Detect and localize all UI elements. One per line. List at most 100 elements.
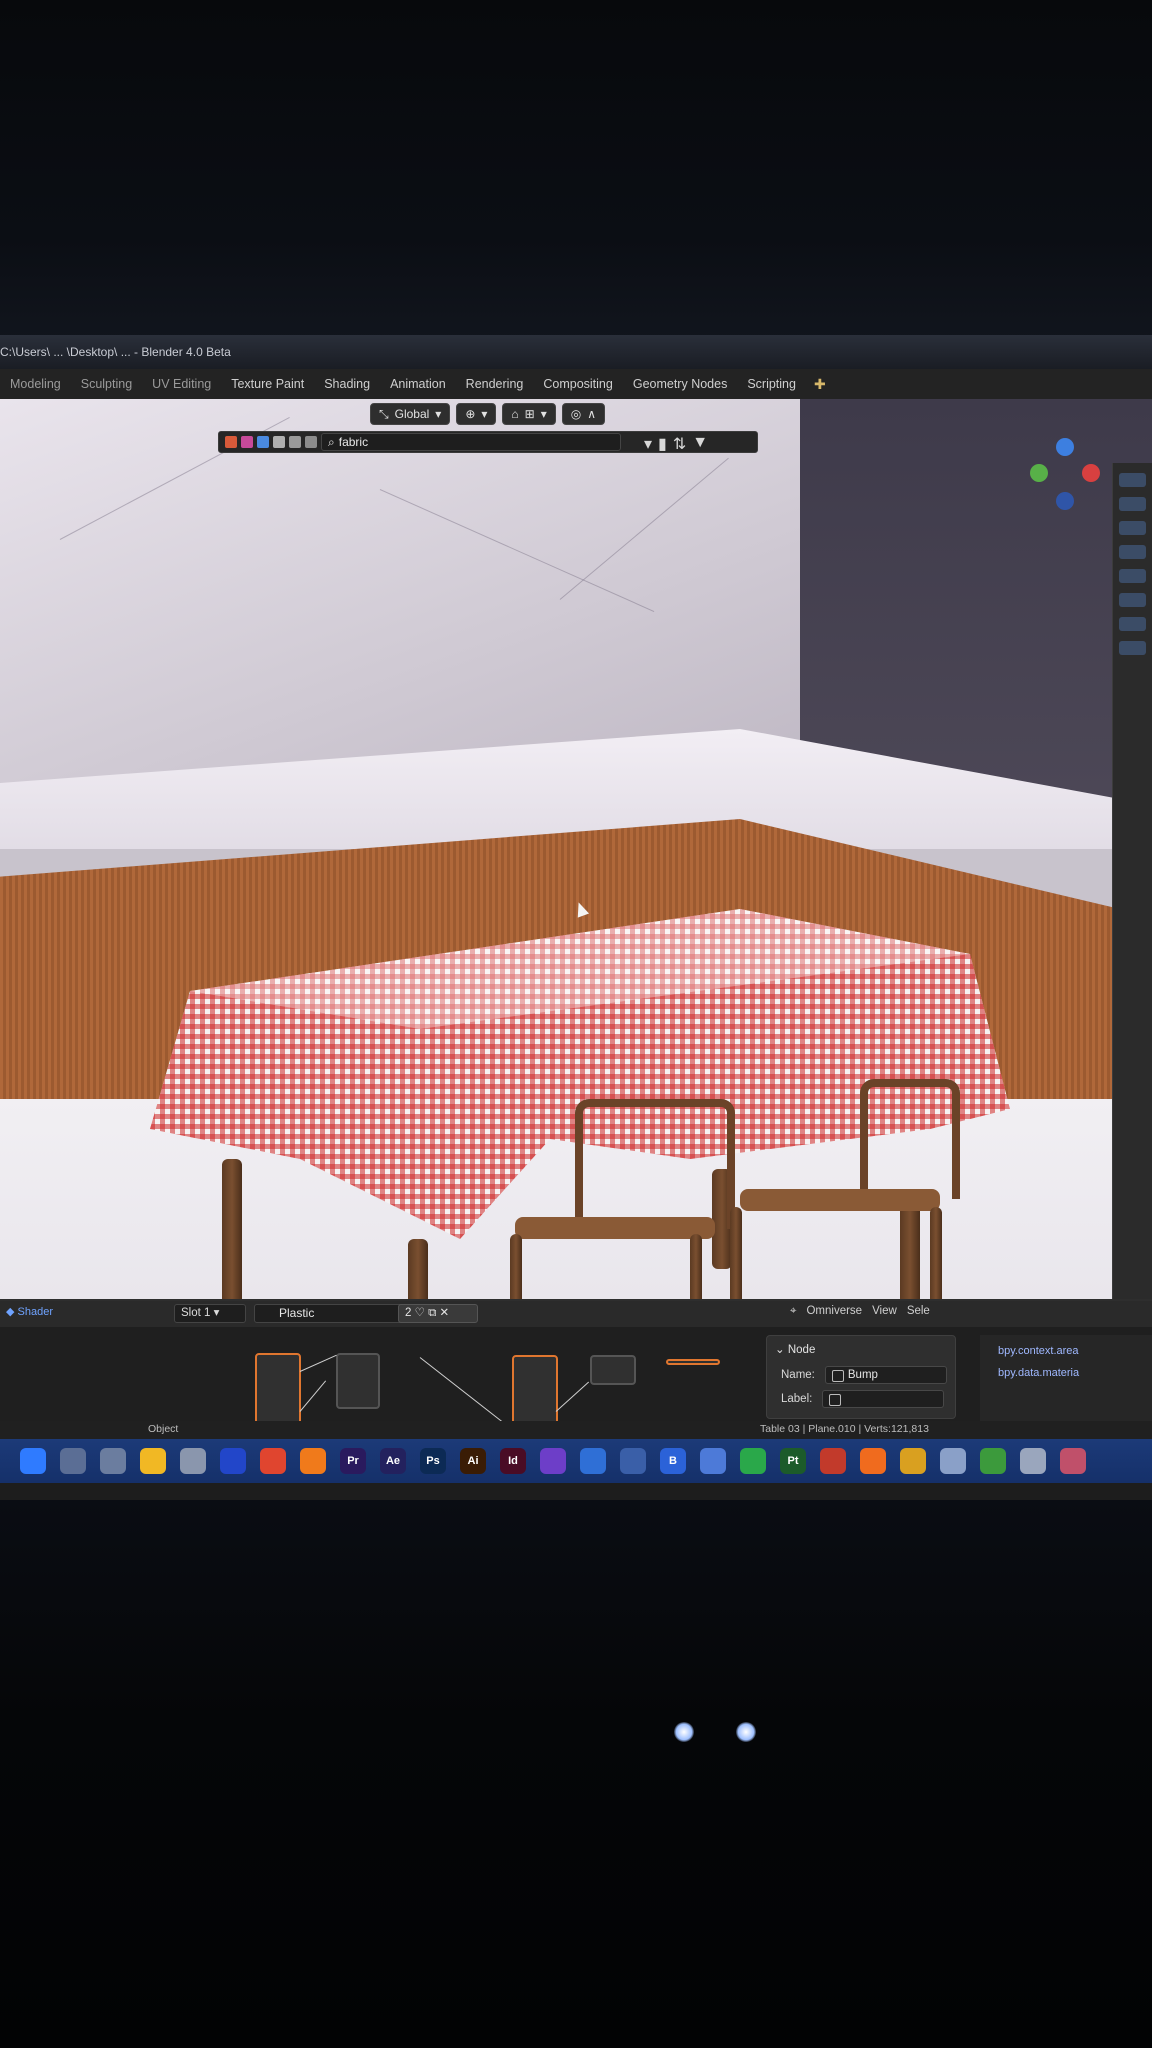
tray-gear-icon[interactable] xyxy=(1020,1448,1046,1474)
shader-node[interactable] xyxy=(590,1355,636,1385)
properties-sidebar[interactable] xyxy=(1112,463,1152,1299)
tray-app-icon[interactable] xyxy=(940,1448,966,1474)
python-line: bpy.context.area xyxy=(998,1345,1079,1357)
pin-icon[interactable]: ⌖ xyxy=(790,1305,796,1318)
chair-back xyxy=(575,1099,735,1229)
dev-tool-icon[interactable] xyxy=(540,1448,566,1474)
pt-icon[interactable]: Pt xyxy=(780,1448,806,1474)
proportional-edit-toggle[interactable]: ◎ ∧ xyxy=(561,403,606,425)
after-effects-icon[interactable]: Ae xyxy=(380,1448,406,1474)
python-console-hints: bpy.context.area bpy.data.materia xyxy=(980,1335,1152,1435)
tab-compositing[interactable]: Compositing xyxy=(533,377,622,391)
material-users-count[interactable]: 2 ♡ ⧉ ✕ xyxy=(398,1304,478,1323)
light-filter-icon[interactable] xyxy=(289,436,301,448)
material-selector[interactable]: Plastic xyxy=(254,1304,404,1323)
y-axis-icon[interactable] xyxy=(1030,464,1048,482)
chair-leg xyxy=(730,1207,742,1299)
windows-taskbar: Pr Ae Ps Ai Id B Pt xyxy=(0,1439,1152,1483)
settings-icon[interactable] xyxy=(180,1448,206,1474)
workspace-tabs: Modeling Sculpting UV Editing Texture Pa… xyxy=(0,369,1152,399)
node-name-row: Name: Bump xyxy=(781,1366,947,1384)
green-app-icon[interactable] xyxy=(740,1448,766,1474)
chair-leg xyxy=(690,1234,702,1299)
chair-leg xyxy=(510,1234,522,1299)
falloff-icon: ∧ xyxy=(587,407,597,421)
menu-omniverse[interactable]: Omniverse xyxy=(806,1305,862,1318)
tab-sculpting[interactable]: Sculpting xyxy=(71,377,142,391)
tab-scripting[interactable]: Scripting xyxy=(737,377,806,391)
shader-header-menu: ⌖ Omniverse View Sele xyxy=(790,1305,930,1318)
tab-modeling[interactable]: Modeling xyxy=(0,377,71,391)
bookmark-icon[interactable]: ▮ xyxy=(658,434,667,454)
autodesk-icon[interactable] xyxy=(820,1448,846,1474)
outliner-actions: ▾ ▮ ⇅ ▼ xyxy=(644,434,708,454)
shader-node-collapsed[interactable] xyxy=(666,1359,720,1365)
shader-node[interactable] xyxy=(336,1353,380,1409)
green-tray-icon[interactable] xyxy=(980,1448,1006,1474)
chair-back xyxy=(860,1079,960,1199)
neg-z-axis-icon[interactable] xyxy=(1056,492,1074,510)
node-label-field[interactable] xyxy=(822,1390,945,1408)
tab-rendering[interactable]: Rendering xyxy=(456,377,534,391)
premiere-icon[interactable]: Pr xyxy=(340,1448,366,1474)
material-slot-dropdown[interactable]: Slot 1 ▾ xyxy=(174,1304,246,1323)
search-value: fabric xyxy=(338,435,369,449)
file-explorer-icon[interactable] xyxy=(140,1448,166,1474)
orange-app-icon[interactable] xyxy=(860,1448,886,1474)
node-link xyxy=(555,1381,590,1412)
chair-seat xyxy=(515,1217,715,1239)
chrome-2-icon[interactable] xyxy=(900,1448,926,1474)
vpn-icon[interactable] xyxy=(620,1448,646,1474)
task-view-icon[interactable] xyxy=(100,1448,126,1474)
paint-icon[interactable] xyxy=(700,1448,726,1474)
photoshop-icon[interactable]: Ps xyxy=(420,1448,446,1474)
menu-view[interactable]: View xyxy=(872,1305,897,1318)
z-axis-icon[interactable] xyxy=(1056,438,1074,456)
camera-filter-icon[interactable] xyxy=(273,436,285,448)
world-filter-icon[interactable] xyxy=(257,436,269,448)
editor-type-icon[interactable]: ◆ Shader xyxy=(6,1305,53,1318)
tab-geometry-nodes[interactable]: Geometry Nodes xyxy=(623,377,737,391)
indicator-light xyxy=(674,1722,694,1742)
mesh-filter-icon[interactable] xyxy=(241,436,253,448)
menu-select[interactable]: Sele xyxy=(907,1305,930,1318)
indesign-icon[interactable]: Id xyxy=(500,1448,526,1474)
shader-editor-header: ◆ Shader Slot 1 ▾ Plastic 2 ♡ ⧉ ✕ ⌖ Omni… xyxy=(0,1301,1152,1327)
firefox-icon[interactable] xyxy=(300,1448,326,1474)
transform-orientation-dropdown[interactable]: ⤡ Global ▾ xyxy=(370,403,451,425)
tab-uv-editing[interactable]: UV Editing xyxy=(142,377,221,391)
chevron-down-icon: ▾ xyxy=(481,407,488,421)
chrome-icon[interactable] xyxy=(260,1448,286,1474)
orientation-icon: ⤡ xyxy=(379,406,389,421)
shader-node[interactable] xyxy=(255,1353,301,1429)
blender-b-icon[interactable]: B xyxy=(660,1448,686,1474)
search-icon[interactable] xyxy=(60,1448,86,1474)
x-axis-icon[interactable] xyxy=(1082,464,1100,482)
node-name-field[interactable]: Bump xyxy=(824,1366,947,1384)
node-panel-header[interactable]: ⌄ Node xyxy=(775,1342,815,1356)
app-blue-icon[interactable] xyxy=(220,1448,246,1474)
tray-colorful-icon[interactable] xyxy=(1060,1448,1086,1474)
table-leg xyxy=(222,1159,242,1299)
node-label-label: Label: xyxy=(781,1393,813,1405)
node-name-label: Name: xyxy=(781,1369,815,1381)
sort-icon[interactable]: ⇅ xyxy=(673,434,686,454)
tab-shading[interactable]: Shading xyxy=(314,377,380,391)
pivot-point-dropdown[interactable]: ⊕ ▾ xyxy=(456,403,497,425)
snap-target-icon: ⊞ xyxy=(524,407,535,421)
add-workspace-icon[interactable]: ✚ xyxy=(806,376,834,393)
illustrator-icon[interactable]: Ai xyxy=(460,1448,486,1474)
tab-animation[interactable]: Animation xyxy=(380,377,456,391)
3d-viewport[interactable] xyxy=(0,399,1152,1299)
filter-icon[interactable]: ▼ xyxy=(692,434,708,454)
navigation-gizmo[interactable] xyxy=(1020,434,1110,524)
tab-texture-paint[interactable]: Texture Paint xyxy=(221,377,314,391)
render-filter-icon[interactable] xyxy=(225,436,237,448)
outliner-search-input[interactable]: ⌕ fabric xyxy=(321,433,621,451)
indicator-light xyxy=(736,1722,756,1742)
chevron-down-icon[interactable]: ▾ xyxy=(644,434,652,454)
start-icon[interactable] xyxy=(20,1448,46,1474)
remote-icon[interactable] xyxy=(580,1448,606,1474)
lock-filter-icon[interactable] xyxy=(305,436,317,448)
snapping-toggle[interactable]: ⌂ ⊞ ▾ xyxy=(502,403,556,425)
